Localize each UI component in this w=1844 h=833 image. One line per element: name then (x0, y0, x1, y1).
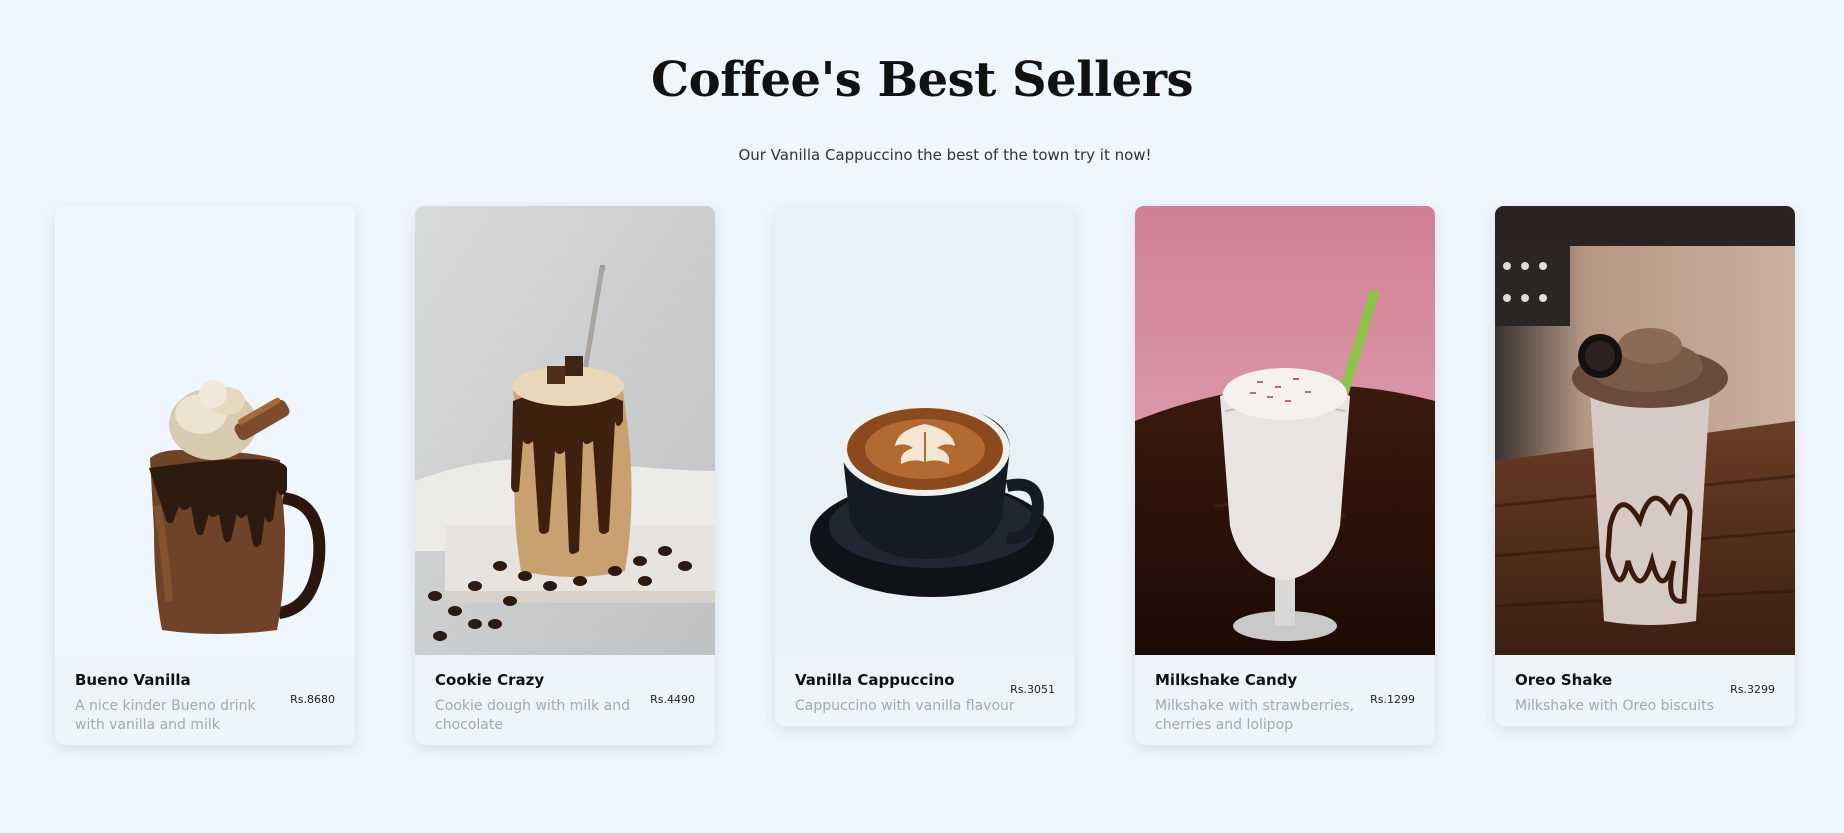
product-card-cookie-crazy[interactable]: Cookie Crazy Cookie dough with milk and … (415, 206, 715, 745)
cookie-jar-shake-image (415, 206, 715, 655)
product-description: Cappuccino with vanilla flavour (795, 698, 1015, 714)
oreo-shake-cup-image (1495, 206, 1795, 655)
product-name: Milkshake Candy (1155, 671, 1298, 689)
product-info: Cookie Crazy Cookie dough with milk and … (415, 655, 715, 745)
product-description: A nice kinder Bueno drink with vanilla a… (75, 698, 256, 733)
product-description: Cookie dough with milk and chocolate (435, 698, 630, 733)
product-info: Vanilla Cappuccino Cappuccino with vanil… (775, 655, 1075, 726)
product-card-bueno-vanilla[interactable]: Bueno Vanilla A nice kinder Bueno drink … (55, 206, 355, 745)
page-subtitle: Our Vanilla Cappuccino the best of the t… (738, 146, 1152, 164)
product-info: Oreo Shake Milkshake with Oreo biscuits … (1495, 655, 1795, 726)
product-name: Bueno Vanilla (75, 671, 191, 689)
page-title: Coffee's Best Sellers (650, 52, 1194, 108)
latte-cup-image (775, 206, 1075, 655)
product-price: Rs.1299 (1370, 693, 1415, 706)
product-card-oreo-shake[interactable]: Oreo Shake Milkshake with Oreo biscuits … (1495, 206, 1795, 726)
product-description: Milkshake with strawberries, cherries an… (1155, 698, 1355, 733)
product-info: Milkshake Candy Milkshake with strawberr… (1135, 655, 1435, 745)
product-info: Bueno Vanilla A nice kinder Bueno drink … (55, 655, 355, 745)
product-price: Rs.8680 (290, 693, 335, 706)
product-card-vanilla-cappuccino[interactable]: Vanilla Cappuccino Cappuccino with vanil… (775, 206, 1075, 726)
product-price: Rs.3299 (1730, 683, 1775, 696)
product-description: Milkshake with Oreo biscuits (1515, 698, 1714, 714)
milkshake-glass-image (1135, 206, 1435, 655)
product-name: Cookie Crazy (435, 671, 545, 689)
chocolate-freakshake-mug-image (55, 206, 355, 655)
product-price: Rs.3051 (1010, 683, 1055, 696)
product-price: Rs.4490 (650, 693, 695, 706)
product-card-milkshake-candy[interactable]: Milkshake Candy Milkshake with strawberr… (1135, 206, 1435, 745)
